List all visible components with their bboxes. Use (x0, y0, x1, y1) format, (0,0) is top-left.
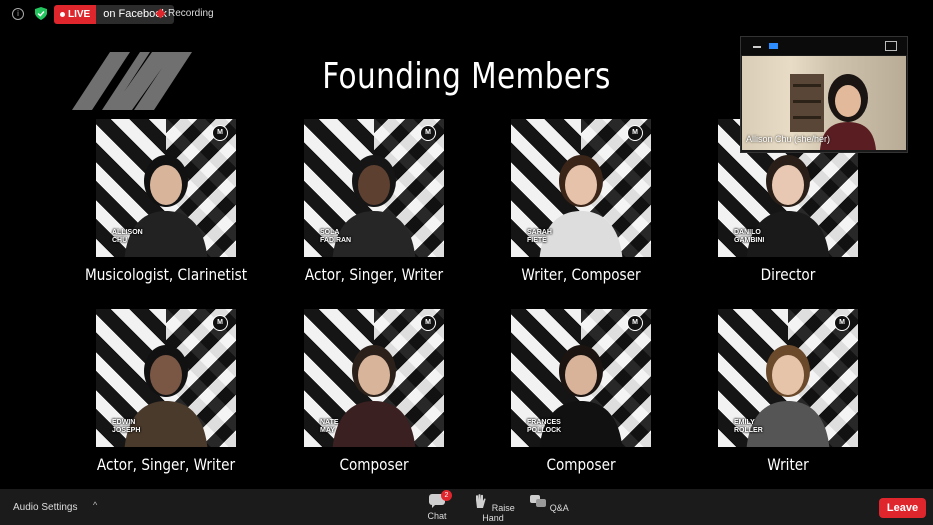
member-name-tag: NATE MAY (320, 419, 339, 434)
shield-icon[interactable] (35, 7, 47, 20)
recording-indicator[interactable]: Recording (155, 8, 214, 19)
mn-badge-icon: M (834, 315, 850, 331)
member-role: Director (760, 265, 816, 284)
member-name-tag: EDWIN JOSEPH (112, 419, 141, 434)
info-icon[interactable]: i (12, 8, 24, 20)
slide-title: Founding Members (322, 56, 611, 97)
member-name-tag: FRANCES POLLOCK (527, 419, 562, 434)
minimize-icon[interactable] (753, 46, 761, 48)
mn-badge-icon: M (627, 315, 643, 331)
live-label: LIVE (68, 9, 91, 20)
member-card: M ALLISON CHU Musicologist, Clarinetist (85, 119, 247, 284)
member-name-tag: ALLISON CHU (112, 229, 143, 244)
member-role: Composer (546, 455, 616, 474)
member-photo: M EDWIN JOSEPH (96, 309, 236, 447)
qa-button[interactable]: Q&A (519, 494, 579, 513)
member-photo: M SARAH FIETE (511, 119, 651, 257)
member-card: M NATE MAY Composer (304, 309, 444, 474)
mn-badge-icon: M (212, 125, 228, 141)
member-name-tag: DANILO GAMBINI (734, 229, 765, 244)
raise-hand-button[interactable]: Raise Hand (463, 494, 523, 523)
video-view-icon[interactable] (769, 43, 778, 49)
member-name-tag: EMILY ROLLER (734, 419, 763, 434)
member-photo: M ALLISON CHU (96, 119, 236, 257)
member-card: M SARAH FIETE Writer, Composer (511, 119, 651, 284)
member-photo: M SOLA FADIRAN (304, 119, 444, 257)
member-photo: M EMILY ROLLER (718, 309, 858, 447)
qa-icon (530, 495, 547, 507)
member-role: Writer, Composer (521, 265, 641, 284)
member-card: M FRANCES POLLOCK Composer (511, 309, 651, 474)
chat-count-badge: 2 (441, 490, 452, 501)
live-dot-icon (60, 12, 65, 17)
participant-name: Allison Chu (she/her) (746, 134, 831, 144)
qa-label: Q&A (549, 503, 569, 513)
live-badge: LIVE (54, 5, 97, 24)
member-name-tag: SARAH FIETE (527, 229, 552, 244)
expand-icon[interactable] (885, 41, 897, 51)
member-card: M EDWIN JOSEPH Actor, Singer, Writer (96, 309, 236, 474)
member-role: Musicologist, Clarinetist (84, 265, 248, 284)
audio-settings-button[interactable]: Audio Settings (13, 502, 78, 513)
member-name-tag: SOLA FADIRAN (320, 229, 352, 244)
video-window-toolbar (741, 37, 907, 55)
chat-button[interactable]: 2 Chat (407, 490, 467, 521)
meeting-controls-bar: Audio Settings ^ 2 Chat Raise Hand Q&A L… (0, 489, 933, 525)
member-card: M SOLA FADIRAN Actor, Singer, Writer (304, 119, 444, 284)
member-portrait-image (332, 345, 416, 447)
member-photo: M FRANCES POLLOCK (511, 309, 651, 447)
member-card: M EMILY ROLLER Writer (718, 309, 858, 474)
mn-badge-icon: M (212, 315, 228, 331)
top-status-bar: i LIVE on Facebook Recording (0, 0, 933, 28)
chat-icon: 2 (428, 490, 452, 508)
member-role: Actor, Singer, Writer (96, 455, 236, 474)
recording-dot-icon (155, 8, 166, 19)
member-photo: M NATE MAY (304, 309, 444, 447)
member-role: Composer (339, 455, 409, 474)
mn-badge-icon: M (420, 125, 436, 141)
participant-video-window[interactable]: Allison Chu (she/her) (740, 36, 908, 153)
raise-hand-icon (476, 494, 486, 508)
mn-badge-icon: M (420, 315, 436, 331)
recording-label: Recording (168, 8, 214, 19)
participant-video-feed: Allison Chu (she/her) (742, 56, 906, 150)
chat-label: Chat (427, 511, 447, 521)
member-role: Actor, Singer, Writer (304, 265, 444, 284)
member-role: Writer (767, 455, 809, 474)
chevron-up-icon[interactable]: ^ (93, 500, 97, 510)
mn-badge-icon: M (627, 125, 643, 141)
leave-button[interactable]: Leave (879, 498, 926, 518)
